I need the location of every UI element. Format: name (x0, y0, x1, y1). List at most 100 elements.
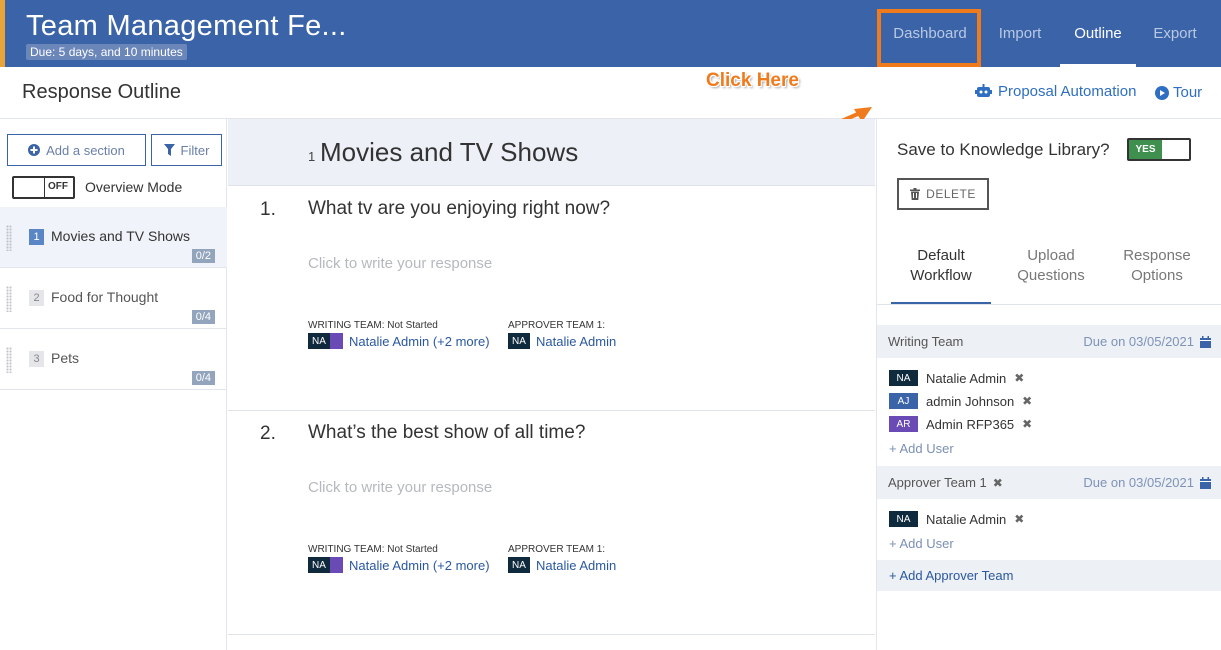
writing-team-label: WRITING TEAM: Not Started (308, 320, 438, 331)
response-placeholder[interactable]: Click to write your response (308, 479, 492, 496)
calendar-icon (1200, 476, 1211, 489)
tab-upload-questions[interactable]: Upload Questions (1001, 246, 1101, 305)
avatar: NA (508, 557, 530, 573)
nav-export[interactable]: Export (1145, 0, 1205, 67)
avatar-more (330, 333, 343, 349)
sidebar-section-1[interactable]: 1 Movies and TV Shows 0/2 (0, 207, 227, 268)
robot-icon (975, 84, 992, 97)
section-progress-badge: 0/2 (191, 249, 215, 263)
team-member: AR Admin RFP365 ✖ (889, 416, 1032, 432)
overview-mode-toggle[interactable]: OFF (12, 176, 75, 199)
sidebar-section-3[interactable]: 3 Pets 0/4 (0, 329, 227, 390)
remove-member-icon[interactable]: ✖ (1014, 371, 1024, 385)
details-panel: Save to Knowledge Library? YES DELETE De… (876, 119, 1221, 650)
drag-handle-icon[interactable] (6, 225, 12, 251)
member-name: admin Johnson (926, 393, 1015, 409)
tab-line-2: Workflow (910, 267, 972, 284)
tabs-divider (877, 304, 1221, 305)
add-approver-team-button[interactable]: + Add Approver Team (889, 568, 1013, 583)
team-member: NA Natalie Admin ✖ (889, 370, 1024, 386)
team-member: NA Natalie Admin ✖ (889, 511, 1024, 527)
approver-team-label: APPROVER TEAM 1: (508, 544, 606, 555)
section-label: Pets (51, 350, 80, 366)
member-name: Admin RFP365 (926, 416, 1015, 432)
add-user-approver-button[interactable]: + Add User (889, 536, 954, 551)
question-text[interactable]: What’s the best show of all time? (308, 422, 585, 444)
add-user-writing-button[interactable]: + Add User (889, 441, 954, 456)
approver-team-title-group: Approver Team 1 ✖ (888, 475, 1003, 490)
section-header-number: 1 (308, 149, 316, 164)
response-placeholder[interactable]: Click to write your response (308, 255, 492, 272)
approver-team-names[interactable]: Natalie Admin (536, 334, 616, 349)
section-number: 1 (29, 229, 44, 245)
proposal-automation-link[interactable]: Proposal Automation (975, 83, 1136, 100)
approver-team-names[interactable]: Natalie Admin (536, 558, 616, 573)
section-header-title: Movies and TV Shows (320, 137, 579, 167)
approver-team-members[interactable]: NA Natalie Admin (508, 333, 616, 349)
writing-team-names[interactable]: Natalie Admin (+2 more) (349, 558, 490, 573)
drag-handle-icon[interactable] (6, 286, 12, 312)
avatar-stack: NA (308, 557, 343, 573)
remove-team-icon[interactable]: ✖ (993, 476, 1003, 490)
question-text[interactable]: What tv are you enjoying right now? (308, 198, 610, 220)
add-section-label: Add a section (46, 142, 125, 158)
writing-team-names[interactable]: Natalie Admin (+2 more) (349, 334, 490, 349)
toggle-state-label: YES (1129, 140, 1162, 159)
tab-line-1: Upload (1027, 247, 1075, 264)
due-date-text: Due on 03/05/2021 (1083, 334, 1194, 349)
avatar: AR (889, 416, 918, 432)
click-here-annotation: Click Here (706, 70, 799, 91)
nav-outline[interactable]: Outline (1060, 0, 1136, 67)
tab-line-1: Default (917, 247, 965, 264)
due-badge: Due: 5 days, and 10 minutes (26, 44, 187, 60)
writing-team-header: Writing Team Due on 03/05/2021 (877, 325, 1221, 358)
writing-team-members[interactable]: NA Natalie Admin (+2 more) (308, 333, 490, 349)
section-header: 1 Movies and TV Shows (228, 119, 875, 186)
question-card: 2. What’s the best show of all time? Cli… (228, 411, 875, 635)
approver-team-members[interactable]: NA Natalie Admin (508, 557, 616, 573)
writing-team-label: WRITING TEAM: Not Started (308, 544, 438, 555)
due-date-text: Due on 03/05/2021 (1083, 475, 1194, 490)
tour-label: Tour (1173, 84, 1203, 101)
member-name: Natalie Admin (926, 370, 1007, 386)
add-approver-team-row[interactable]: + Add Approver Team (877, 560, 1221, 591)
avatar-stack: NA (308, 333, 343, 349)
tour-link[interactable]: Tour (1155, 84, 1202, 101)
avatar: AJ (889, 393, 918, 409)
section-progress-badge: 0/4 (191, 371, 215, 385)
nav-import[interactable]: Import (990, 0, 1050, 67)
remove-member-icon[interactable]: ✖ (1014, 512, 1024, 526)
section-progress-badge: 0/4 (191, 310, 215, 324)
funnel-icon (163, 144, 175, 156)
delete-button[interactable]: DELETE (897, 178, 989, 210)
remove-member-icon[interactable]: ✖ (1022, 417, 1032, 431)
approver-team-title: Approver Team 1 (888, 475, 987, 490)
header-accent-bar (0, 0, 5, 67)
avatar: NA (308, 333, 330, 349)
filter-button[interactable]: Filter (151, 134, 222, 166)
writing-team-members[interactable]: NA Natalie Admin (+2 more) (308, 557, 490, 573)
section-number: 3 (29, 351, 44, 367)
question-card: 1. What tv are you enjoying right now? C… (228, 187, 875, 411)
trash-icon (910, 188, 921, 200)
play-circle-icon (1155, 85, 1169, 100)
add-section-button[interactable]: Add a section (7, 134, 146, 166)
toggle-knob (14, 178, 45, 197)
tab-default-workflow[interactable]: Default Workflow (891, 246, 991, 305)
calendar-icon (1200, 335, 1211, 348)
section-number: 2 (29, 290, 44, 306)
writing-team-due[interactable]: Due on 03/05/2021 (1083, 334, 1211, 349)
avatar-more (330, 557, 343, 573)
approver-team-due[interactable]: Due on 03/05/2021 (1083, 475, 1211, 490)
avatar: NA (889, 370, 918, 386)
tab-response-options[interactable]: Response Options (1107, 246, 1207, 305)
avatar: NA (308, 557, 330, 573)
question-number: 1. (260, 199, 276, 220)
tab-line-1: Response (1123, 247, 1191, 264)
outline-content: 1 Movies and TV Shows 1. What tv are you… (228, 119, 875, 650)
avatar: NA (889, 511, 918, 527)
save-to-library-toggle[interactable]: YES (1127, 138, 1191, 161)
sidebar-section-2[interactable]: 2 Food for Thought 0/4 (0, 268, 227, 329)
remove-member-icon[interactable]: ✖ (1022, 394, 1032, 408)
drag-handle-icon[interactable] (6, 347, 12, 373)
